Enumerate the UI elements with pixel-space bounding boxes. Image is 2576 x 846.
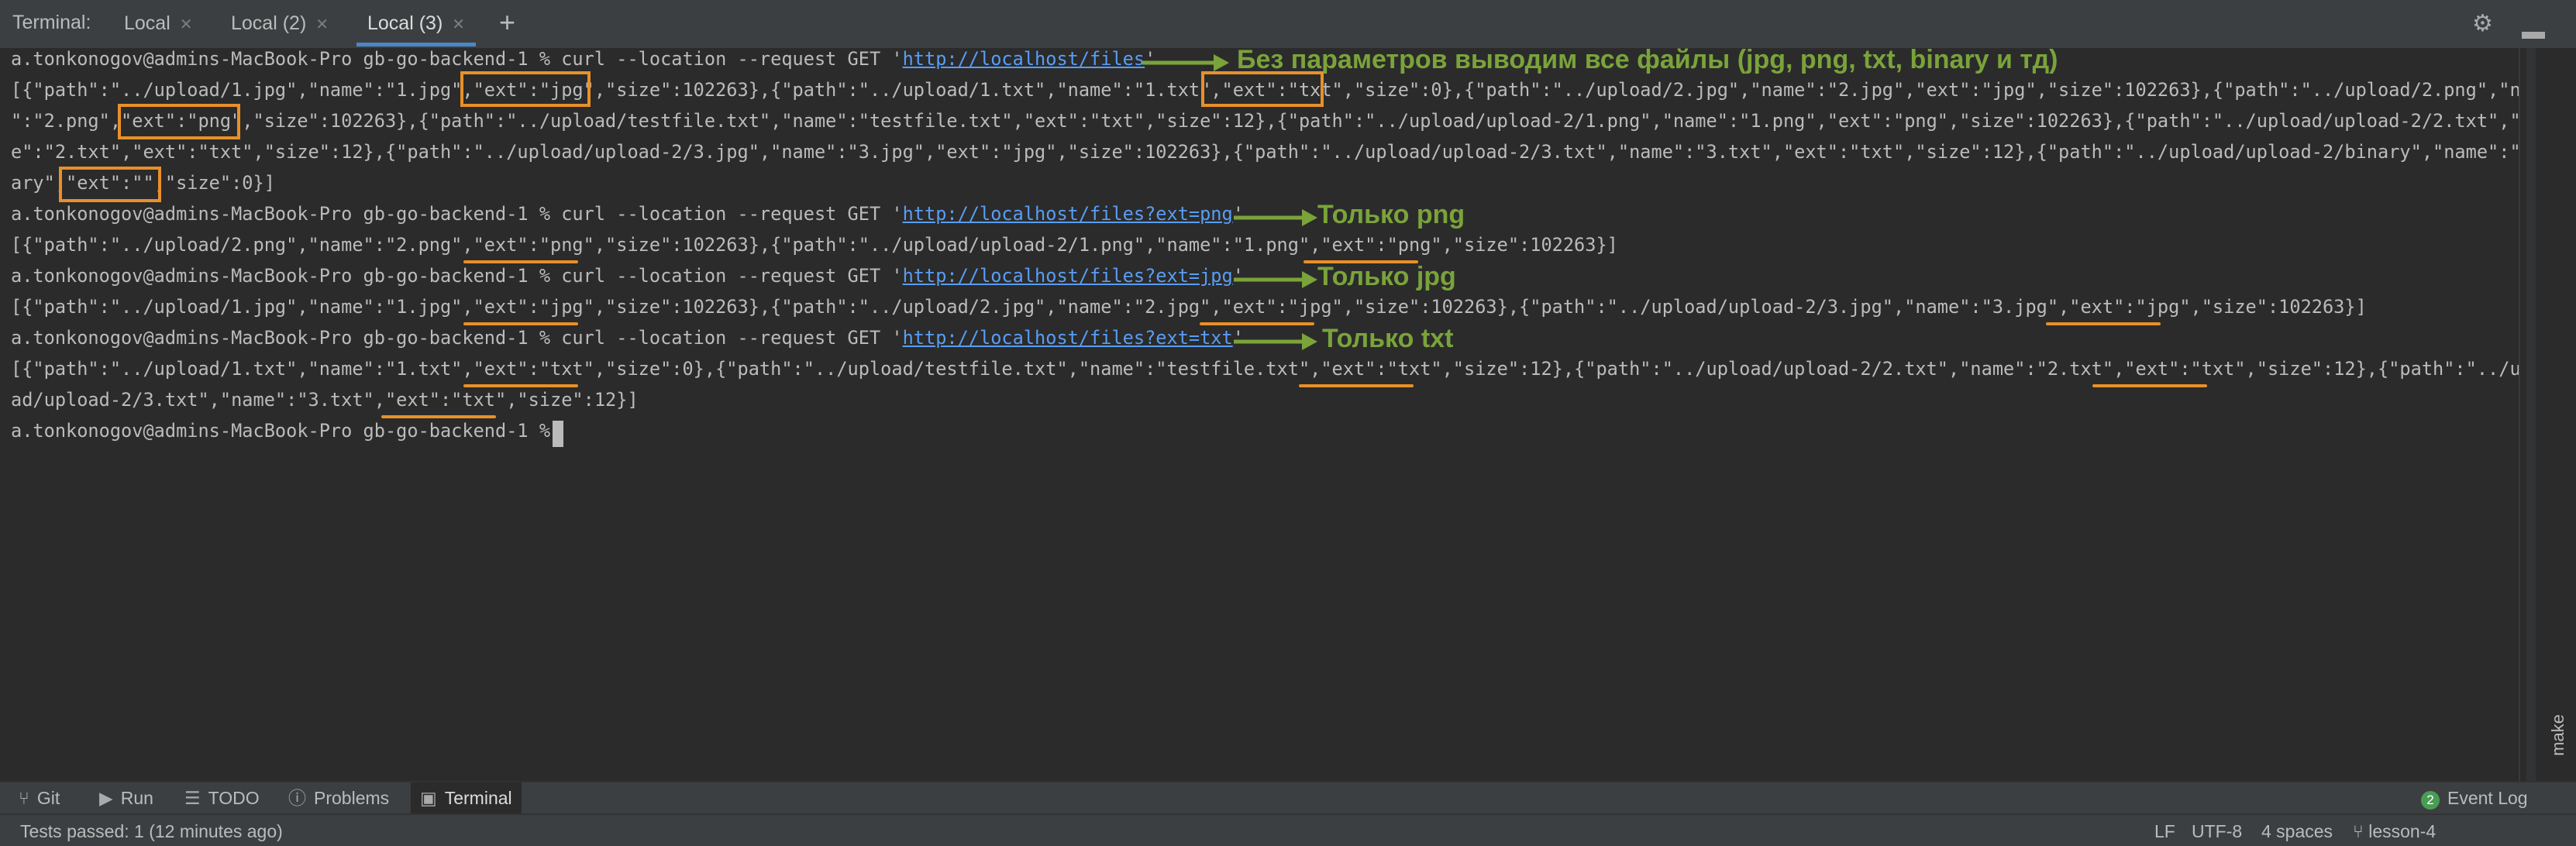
tool-label: Git: [36, 788, 60, 808]
ext-underline: [381, 415, 496, 418]
tab-local-3[interactable]: Local (3) ✕: [356, 0, 477, 46]
output-line: e":"2.txt","ext":"txt","size":12},{"path…: [11, 141, 2554, 163]
tool-label: Problems: [314, 788, 390, 808]
status-message[interactable]: Tests passed: 1 (12 minutes ago): [20, 821, 283, 842]
tool-label: TODO: [208, 788, 260, 808]
arrow-icon: [1234, 271, 1317, 288]
arrow-icon: [1234, 209, 1317, 226]
output-line: [{"path":"../upload/2.png","name":"2.png…: [11, 234, 1618, 256]
terminal-icon: ▣: [420, 788, 437, 808]
tool-window-title: Terminal:: [12, 12, 91, 33]
close-icon[interactable]: ✕: [452, 16, 465, 33]
ext-underline: [2046, 322, 2161, 325]
output-line: ":"2.png","ext":"png","size":102263},{"p…: [11, 110, 2554, 132]
command-line: a.tonkonogov@admins-MacBook-Pro gb-go-ba…: [11, 265, 1244, 287]
todo-icon: ☰: [184, 788, 201, 808]
annotation-png-only: Только png: [1317, 200, 1465, 229]
tab-label: Local: [124, 12, 170, 34]
ext-underline: [1303, 260, 1418, 263]
tab-label: Local (2): [231, 12, 307, 34]
indent-setting[interactable]: 4 spaces: [2261, 821, 2333, 842]
line-separator[interactable]: LF: [2154, 821, 2175, 842]
branch-name: lesson-4: [2368, 821, 2437, 841]
text-cursor: [553, 421, 563, 447]
event-count-badge: 2: [2421, 791, 2440, 810]
annotation-txt-only: Только txt: [1322, 324, 1454, 353]
command-line: a.tonkonogov@admins-MacBook-Pro gb-go-ba…: [11, 327, 1244, 349]
git-icon: ⑂: [19, 788, 29, 808]
command-text: a.tonkonogov@admins-MacBook-Pro gb-go-ba…: [11, 327, 903, 349]
ext-highlight-box: [1201, 71, 1324, 107]
right-tool-strip: make: [2519, 48, 2576, 781]
output-line: [{"path":"../upload/1.jpg","name":"1.jpg…: [11, 296, 2367, 318]
ext-underline: [463, 260, 578, 263]
run-tool-button[interactable]: ▶ Run: [90, 782, 163, 813]
todo-tool-button[interactable]: ☰ TODO: [175, 782, 269, 813]
output-line: [{"path":"../upload/1.txt","name":"1.txt…: [11, 358, 2554, 380]
close-icon[interactable]: ✕: [315, 16, 329, 33]
git-tool-button[interactable]: ⑂ Git: [9, 782, 69, 813]
ext-highlight-box: [460, 71, 591, 107]
url-link[interactable]: http://localhost/files?ext=png: [903, 203, 1233, 225]
tab-local[interactable]: Local ✕: [113, 0, 204, 46]
gear-icon[interactable]: ⚙: [2472, 10, 2493, 37]
tool-label: Terminal: [444, 788, 512, 808]
command-text: a.tonkonogov@admins-MacBook-Pro gb-go-ba…: [11, 203, 903, 225]
make-tool-button[interactable]: make: [2548, 714, 2568, 756]
url-link[interactable]: http://localhost/files: [903, 48, 1145, 70]
tool-window-bar: ⑂ Git ▶ Run ☰ TODO ⓘ Problems ▣ Terminal 2 Eve…: [0, 781, 2576, 813]
status-bar: Tests passed: 1 (12 minutes ago) LF UTF-…: [0, 813, 2576, 846]
url-link[interactable]: http://localhost/files?ext=txt: [903, 327, 1233, 349]
tool-label: Run: [120, 788, 153, 808]
branch-icon: ⑂: [2353, 821, 2369, 841]
tab-local-2[interactable]: Local (2) ✕: [220, 0, 339, 46]
problems-icon: ⓘ: [288, 788, 306, 808]
terminal-output[interactable]: a.tonkonogov@admins-MacBook-Pro gb-go-ba…: [0, 45, 2554, 781]
close-icon[interactable]: ✕: [180, 16, 193, 33]
annotation-all-files: Без параметров выводим все файлы (jpg, p…: [1237, 45, 2058, 74]
ext-underline: [463, 322, 578, 325]
branch-widget[interactable]: ⑂ lesson-4: [2353, 821, 2436, 842]
ext-underline: [463, 384, 578, 387]
ext-highlight-box: [59, 167, 161, 202]
command-line: a.tonkonogov@admins-MacBook-Pro gb-go-ba…: [11, 48, 1155, 70]
add-tab-button[interactable]: +: [499, 6, 515, 39]
run-icon: ▶: [99, 788, 113, 808]
tab-label: Local (3): [367, 12, 443, 34]
command-text: a.tonkonogov@admins-MacBook-Pro gb-go-ba…: [11, 265, 903, 287]
file-encoding[interactable]: UTF-8: [2192, 821, 2242, 842]
ext-highlight-box: [118, 104, 240, 139]
vertical-scrollbar[interactable]: [2526, 48, 2536, 781]
problems-tool-button[interactable]: ⓘ Problems: [279, 782, 398, 813]
ext-underline: [1200, 322, 1314, 325]
command-line: a.tonkonogov@admins-MacBook-Pro gb-go-ba…: [11, 203, 1244, 225]
command-text: a.tonkonogov@admins-MacBook-Pro gb-go-ba…: [11, 48, 903, 70]
ext-underline: [2092, 384, 2207, 387]
ext-underline: [1299, 384, 1414, 387]
annotation-jpg-only: Только jpg: [1317, 262, 1456, 291]
prompt-line: a.tonkonogov@admins-MacBook-Pro gb-go-ba…: [11, 420, 562, 442]
tool-label: Event Log: [2447, 788, 2528, 808]
arrow-icon: [1234, 333, 1317, 350]
minimize-icon[interactable]: ▬: [2522, 19, 2545, 45]
url-link[interactable]: http://localhost/files?ext=jpg: [903, 265, 1233, 287]
terminal-tab-bar: Terminal: Local ✕ Local (2) ✕ Local (3) ✕ +…: [0, 0, 2576, 50]
terminal-tool-button[interactable]: ▣ Terminal: [411, 782, 522, 813]
event-log-button[interactable]: 2 Event Log: [2412, 782, 2537, 813]
output-line: ad/upload-2/3.txt","name":"3.txt","ext":…: [11, 389, 639, 411]
